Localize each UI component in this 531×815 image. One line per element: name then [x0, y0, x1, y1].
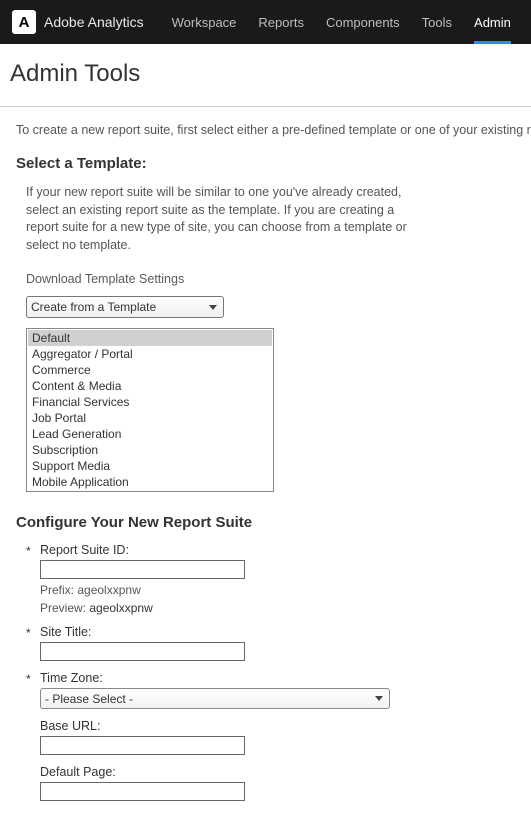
- required-spacer: [26, 719, 40, 755]
- nav-tools[interactable]: Tools: [422, 0, 452, 44]
- default-page-label: Default Page:: [40, 765, 245, 779]
- time-zone-value: - Please Select -: [45, 692, 133, 706]
- chevron-down-icon: [209, 305, 217, 310]
- preview-label: Preview:: [40, 601, 86, 615]
- template-option-job-portal[interactable]: Job Portal: [28, 410, 272, 426]
- report-suite-id-label: Report Suite ID:: [40, 543, 245, 557]
- time-zone-select[interactable]: - Please Select -: [40, 688, 390, 709]
- app-title: Adobe Analytics: [44, 14, 144, 30]
- base-url-label: Base URL:: [40, 719, 245, 733]
- configure-heading: Configure Your New Report Suite: [16, 514, 515, 531]
- preview-value: ageolxxpnw: [89, 601, 152, 615]
- download-template-link[interactable]: Download Template Settings: [26, 272, 515, 286]
- chevron-down-icon: [375, 696, 383, 701]
- nav-components[interactable]: Components: [326, 0, 400, 44]
- report-suite-id-input[interactable]: [40, 560, 245, 579]
- prefix-line: Prefix: ageolxxpnw: [40, 583, 245, 597]
- template-help-text: If your new report suite will be similar…: [26, 184, 426, 254]
- adobe-logo-icon: A: [12, 10, 36, 34]
- nav-reports[interactable]: Reports: [258, 0, 304, 44]
- template-option-default[interactable]: Default: [28, 330, 272, 346]
- prefix-label: Prefix:: [40, 583, 74, 597]
- prefix-value: ageolxxpnw: [77, 583, 140, 597]
- template-mode-select[interactable]: Create from a Template: [26, 296, 224, 318]
- select-template-heading: Select a Template:: [16, 155, 515, 172]
- top-nav-bar: A Adobe Analytics Workspace Reports Comp…: [0, 0, 531, 44]
- base-url-input[interactable]: [40, 736, 245, 755]
- template-option-support-media[interactable]: Support Media: [28, 458, 272, 474]
- intro-text: To create a new report suite, first sele…: [16, 123, 515, 137]
- template-option-mobile-app[interactable]: Mobile Application: [28, 474, 272, 490]
- site-title-input[interactable]: [40, 642, 245, 661]
- site-title-label: Site Title:: [40, 625, 245, 639]
- logo-letter: A: [19, 14, 30, 31]
- template-option-content-media[interactable]: Content & Media: [28, 378, 272, 394]
- template-listbox[interactable]: Default Aggregator / Portal Commerce Con…: [26, 328, 274, 492]
- template-option-commerce[interactable]: Commerce: [28, 362, 272, 378]
- preview-line: Preview: ageolxxpnw: [40, 601, 245, 615]
- time-zone-label: Time Zone:: [40, 671, 390, 685]
- nav-admin[interactable]: Admin: [474, 0, 511, 44]
- template-option-subscription[interactable]: Subscription: [28, 442, 272, 458]
- required-marker: *: [26, 625, 40, 661]
- nav-workspace[interactable]: Workspace: [172, 0, 237, 44]
- page-title: Admin Tools: [0, 44, 531, 107]
- required-spacer: [26, 765, 40, 801]
- required-marker: *: [26, 543, 40, 615]
- required-marker: *: [26, 671, 40, 709]
- template-option-financial[interactable]: Financial Services: [28, 394, 272, 410]
- template-option-lead-gen[interactable]: Lead Generation: [28, 426, 272, 442]
- template-mode-value: Create from a Template: [31, 300, 156, 314]
- template-option-aggregator[interactable]: Aggregator / Portal: [28, 346, 272, 362]
- default-page-input[interactable]: [40, 782, 245, 801]
